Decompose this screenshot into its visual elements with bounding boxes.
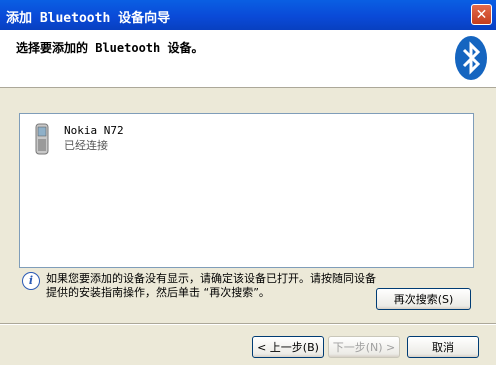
phone-icon [35,123,49,155]
device-list[interactable]: Nokia N72 已经连接 [19,113,474,268]
close-icon: ✕ [475,6,488,23]
close-button[interactable]: ✕ [471,4,492,25]
title-bar: 添加 Bluetooth 设备向导 ✕ [0,0,496,30]
device-name: Nokia N72 [64,124,124,137]
back-button[interactable]: < 上一步(B) [252,336,324,358]
footer-divider [0,323,496,325]
window-title: 添加 Bluetooth 设备向导 [6,11,171,26]
wizard-heading: 选择要添加的 Bluetooth 设备。 [16,41,204,55]
info-icon: i [22,272,40,290]
next-button[interactable]: 下一步(N) > [328,336,400,358]
bluetooth-icon [455,36,487,80]
device-status: 已经连接 [64,139,108,152]
rescan-button[interactable]: 再次搜索(S) [376,288,471,310]
info-text: 如果您要添加的设备没有显示，请确定该设备已打开。请按随同设备提供的安装指南操作，… [46,272,376,299]
cancel-button[interactable]: 取消 [407,336,479,358]
wizard-header: 选择要添加的 Bluetooth 设备。 [0,30,496,88]
